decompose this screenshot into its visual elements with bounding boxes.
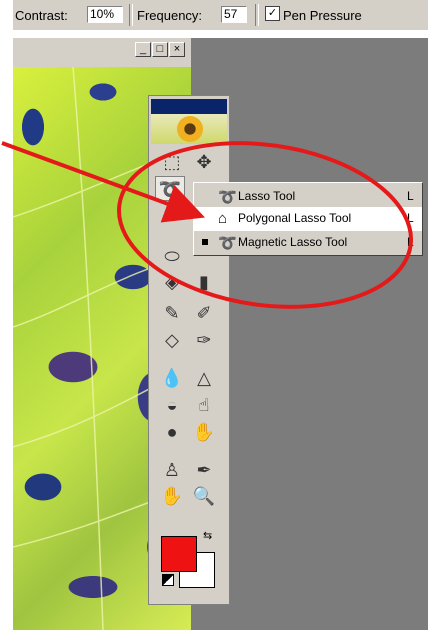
blur-tool-icon[interactable]: 💧 — [157, 366, 187, 391]
lasso-tools-flyout-menu: ➰ Lasso Tool L ⌂ Polygonal Lasso Tool L … — [193, 182, 423, 256]
toolbar-separator — [129, 4, 133, 26]
menu-item-label: Polygonal Lasso Tool — [238, 211, 352, 225]
toolbox-title-bar[interactable] — [151, 99, 227, 114]
pen-pressure-label: Pen Pressure — [283, 8, 362, 23]
close-button[interactable]: × — [169, 42, 185, 57]
foreground-color-swatch[interactable] — [161, 536, 197, 572]
clone-stamp-tool-icon[interactable]: ♙ — [157, 458, 187, 483]
window-controls: _ □ × — [135, 42, 185, 57]
menu-item-label: Lasso Tool — [238, 189, 296, 203]
contrast-label: Contrast: — [15, 8, 68, 23]
lasso-tool-icon[interactable]: ➰ — [155, 176, 185, 201]
burn-tool-icon[interactable]: ✋ — [189, 420, 219, 445]
pencil-tool-icon[interactable]: ✐ — [189, 301, 219, 326]
contrast-field[interactable]: 10% — [87, 6, 123, 23]
history-brush-tool-icon[interactable]: ✑ — [189, 328, 219, 353]
menu-item-shortcut: L — [407, 189, 414, 203]
hand-tool-icon[interactable]: ✋ — [157, 484, 187, 509]
menu-item-lasso-tool[interactable]: ➰ Lasso Tool L — [194, 185, 422, 209]
polygonal-lasso-icon: ⌂ — [218, 210, 228, 227]
default-colors-icon[interactable] — [162, 574, 174, 586]
minimize-button[interactable]: _ — [135, 42, 151, 57]
magnetic-lasso-icon: ➰ — [218, 235, 237, 252]
marquee-tool-icon[interactable]: ⬚ — [157, 150, 187, 175]
pen-pressure-checkbox[interactable]: ✓ — [265, 6, 280, 21]
swap-colors-icon[interactable]: ⇆ — [203, 529, 212, 542]
eyedropper-tool-icon[interactable]: ✒ — [189, 458, 219, 483]
maximize-button[interactable]: □ — [152, 42, 168, 57]
active-tool-bullet-icon — [202, 239, 208, 245]
gradient-tool-icon[interactable]: ▮ — [189, 270, 219, 295]
dodge-tool-icon[interactable]: ● — [157, 420, 187, 445]
sunflower-logo[interactable] — [151, 114, 227, 144]
menu-item-magnetic-lasso-tool[interactable]: ➰ Magnetic Lasso Tool L — [194, 231, 422, 255]
brush-tool-icon[interactable]: ✎ — [157, 301, 187, 326]
toolbox-palette: ⬚ ✥ ➰ ⌗ ⬭ ◈ ▮ ✎ ✐ ◇ ✑ 💧 △ ◒ ☝ ● ✋ ♙ ✒ ✋ … — [148, 95, 230, 605]
crop-tool-icon[interactable]: ⌗ — [157, 204, 187, 229]
menu-item-polygonal-lasso-tool[interactable]: ⌂ Polygonal Lasso Tool L — [194, 207, 422, 231]
sponge-tool-icon[interactable]: ◒ — [157, 393, 187, 418]
frequency-field[interactable]: 57 — [221, 6, 247, 23]
eraser-tool-icon[interactable]: ◇ — [157, 328, 187, 353]
sharpen-tool-icon[interactable]: △ — [189, 366, 219, 391]
frequency-label: Frequency: — [137, 8, 203, 23]
healing-brush-tool-icon[interactable]: ⬭ — [157, 244, 187, 269]
menu-item-shortcut: L — [407, 211, 414, 225]
toolbar-separator — [255, 4, 259, 26]
lasso-icon: ➰ — [218, 189, 237, 206]
move-tool-icon[interactable]: ✥ — [189, 150, 219, 175]
options-bar: Contrast: 10% Frequency: 57 ✓ Pen Pressu… — [13, 0, 428, 30]
smudge-tool-icon[interactable]: ☝ — [189, 393, 219, 418]
menu-item-label: Magnetic Lasso Tool — [238, 235, 348, 249]
paint-bucket-tool-icon[interactable]: ◈ — [157, 270, 187, 295]
menu-item-shortcut: L — [407, 235, 414, 249]
zoom-tool-icon[interactable]: 🔍 — [189, 484, 219, 509]
